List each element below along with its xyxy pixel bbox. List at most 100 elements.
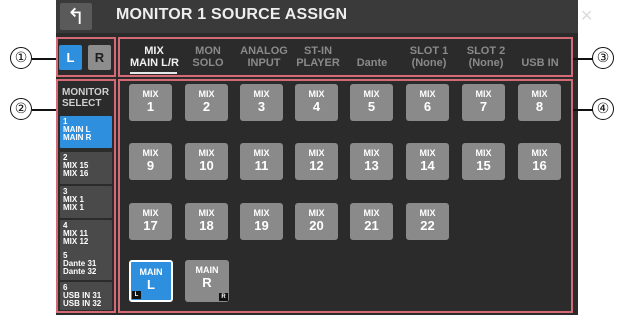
tab-line2: PLAYER <box>296 57 340 69</box>
mix-prefix-label: MIX <box>198 148 215 158</box>
main-l-button[interactable]: MAIN L L <box>129 260 173 302</box>
mix-source-button[interactable]: MIX 7 <box>462 84 505 121</box>
mix-number-label: 22 <box>420 218 435 233</box>
mix-prefix-label: MIX <box>419 148 436 158</box>
mix-prefix-label: MIX <box>419 89 436 99</box>
mix-number-label: 7 <box>479 99 488 114</box>
mix-prefix-label: MIX <box>308 148 325 158</box>
mix-prefix-label: MIX <box>531 89 548 99</box>
mix-prefix-label: MIX <box>363 208 380 218</box>
tab-7[interactable]: USB IN <box>518 45 562 69</box>
mix-number-label: 2 <box>202 99 211 114</box>
mix-source-button[interactable]: MIX 13 <box>350 143 393 180</box>
main-label: MAIN <box>195 265 219 275</box>
mix-number-label: 15 <box>476 158 491 173</box>
callout-leader-3 <box>573 58 593 60</box>
mix-prefix-label: MIX <box>253 208 270 218</box>
mix-prefix-label: MIX <box>308 89 325 99</box>
channel-tag-badge: R <box>219 293 228 301</box>
monitor-select-item[interactable]: 3 MIX 1 MIX 1 <box>60 186 112 218</box>
tab-line1: ST-IN <box>303 45 333 57</box>
tab-line1: MIX <box>144 45 164 57</box>
tab-line1: SLOT 1 <box>409 45 449 57</box>
tab-line2: SOLO <box>192 57 224 69</box>
mix-source-button[interactable]: MIX 4 <box>295 84 338 121</box>
mix-number-label: 17 <box>143 218 158 233</box>
main-r-button[interactable]: MAIN R R <box>185 260 229 302</box>
monitor-select-item[interactable]: 2 MIX 15 MIX 16 <box>60 152 112 184</box>
mix-source-button[interactable]: MIX 6 <box>406 84 449 121</box>
mix-number-label: 20 <box>309 218 324 233</box>
mix-number-label: 5 <box>367 99 376 114</box>
callout-3: ③ <box>592 47 614 69</box>
mix-source-button[interactable]: MIX 17 <box>129 203 172 240</box>
tab-5[interactable]: SLOT 1 (None) <box>404 45 454 69</box>
mix-number-label: 12 <box>309 158 324 173</box>
mix-source-button[interactable]: MIX 5 <box>350 84 393 121</box>
monitor-item-b: MIX 1 <box>63 203 84 212</box>
tab-line1 <box>352 45 392 57</box>
tab-line1 <box>518 45 562 57</box>
active-tab-underline <box>130 72 177 74</box>
mix-source-button[interactable]: MIX 18 <box>185 203 228 240</box>
mix-number-label: 6 <box>423 99 432 114</box>
mix-source-button[interactable]: MIX 3 <box>240 84 283 121</box>
tab-0[interactable]: MIX MAIN L/R <box>130 45 179 69</box>
mix-source-button[interactable]: MIX 15 <box>462 143 505 180</box>
tab-line1: SLOT 2 <box>466 45 506 57</box>
mix-prefix-label: MIX <box>308 208 325 218</box>
mix-source-button[interactable]: MIX 12 <box>295 143 338 180</box>
mix-source-button[interactable]: MIX 2 <box>185 84 228 121</box>
mix-number-label: 1 <box>146 99 155 114</box>
channel-l-button[interactable]: L <box>59 45 82 70</box>
monitor-select-item[interactable]: 6 USB IN 31 USB IN 32 <box>60 282 112 310</box>
mix-source-button[interactable]: MIX 10 <box>185 143 228 180</box>
back-button[interactable]: ↰ <box>60 3 92 30</box>
mix-number-label: 8 <box>535 99 544 114</box>
mix-number-label: 4 <box>312 99 321 114</box>
monitor-item-b: MIX 12 <box>63 237 89 246</box>
tab-1[interactable]: MON SOLO <box>185 45 231 69</box>
main-label: MAIN <box>139 267 163 277</box>
monitor-select-label-line1: MONITOR <box>62 87 110 98</box>
page-title: MONITOR 1 SOURCE ASSIGN <box>116 6 348 23</box>
callout-leader-1 <box>32 58 56 60</box>
monitor-select-item[interactable]: 5 Dante 31 Dante 32 <box>60 250 112 280</box>
channel-tag-badge: L <box>132 291 141 299</box>
mix-prefix-label: MIX <box>253 148 270 158</box>
mix-source-button[interactable]: MIX 8 <box>518 84 561 121</box>
mix-prefix-label: MIX <box>475 89 492 99</box>
mix-number-label: 14 <box>420 158 435 173</box>
monitor-item-b: MIX 16 <box>63 169 89 178</box>
mix-prefix-label: MIX <box>142 148 159 158</box>
tab-6[interactable]: SLOT 2 (None) <box>461 45 511 69</box>
mix-prefix-label: MIX <box>198 208 215 218</box>
monitor-select-item[interactable]: 4 MIX 11 MIX 12 <box>60 220 112 252</box>
mix-prefix-label: MIX <box>142 89 159 99</box>
tab-2[interactable]: ANALOG INPUT <box>238 45 290 69</box>
tab-line1: MON <box>195 45 221 57</box>
mix-source-button[interactable]: MIX 21 <box>350 203 393 240</box>
mix-source-button[interactable]: MIX 16 <box>518 143 561 180</box>
mix-prefix-label: MIX <box>419 208 436 218</box>
mix-source-button[interactable]: MIX 22 <box>406 203 449 240</box>
mix-source-button[interactable]: MIX 20 <box>295 203 338 240</box>
callout-leader-4 <box>573 109 593 111</box>
mix-prefix-label: MIX <box>531 148 548 158</box>
mix-source-button[interactable]: MIX 11 <box>240 143 283 180</box>
mix-number-label: 13 <box>364 158 379 173</box>
tab-line2: (None) <box>468 57 504 69</box>
tab-3[interactable]: ST-IN PLAYER <box>292 45 344 69</box>
mix-prefix-label: MIX <box>475 148 492 158</box>
mix-source-button[interactable]: MIX 14 <box>406 143 449 180</box>
callout-1: ① <box>10 47 32 69</box>
close-icon[interactable]: ✕ <box>580 6 593 26</box>
mix-source-button[interactable]: MIX 1 <box>129 84 172 121</box>
main-channel-label: R <box>202 275 212 290</box>
monitor-select-item[interactable]: 1 MAIN L MAIN R <box>60 116 112 148</box>
mix-source-button[interactable]: MIX 9 <box>129 143 172 180</box>
tab-4[interactable]: Dante <box>352 45 392 69</box>
channel-r-button[interactable]: R <box>88 45 111 70</box>
mix-source-button[interactable]: MIX 19 <box>240 203 283 240</box>
tab-line2: INPUT <box>247 57 281 69</box>
